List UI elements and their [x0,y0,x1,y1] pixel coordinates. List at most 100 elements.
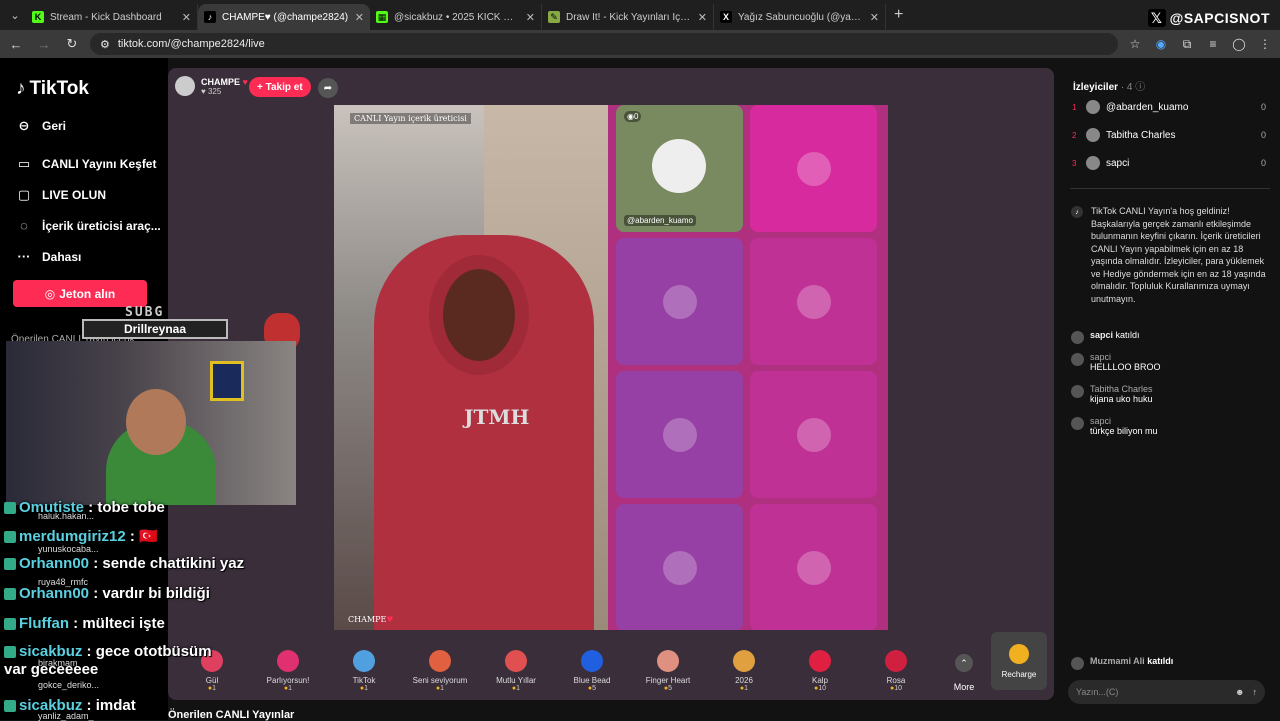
badge-icon [4,502,16,515]
gift-name: Rosa [886,676,906,685]
chat-panel: İzleyiciler · 4 ⓘ 1 @abarden_kuamo 0 2 Tabit… [1062,68,1280,720]
host-info[interactable]: CHAMPE ♥ ♥ 325 [175,76,248,96]
follow-button[interactable]: + Takip et [249,77,311,97]
join-text: katıldı [1147,656,1174,666]
close-tab-icon[interactable]: ✕ [355,11,364,24]
chat-user[interactable]: sapci [1090,416,1158,426]
badge-icon [4,646,16,659]
recharge-button[interactable]: Recharge [991,632,1047,690]
gift-name: Seni seviyorum [412,676,468,685]
coin-icon: ◎ [44,286,56,301]
get-coins-button[interactable]: ◎ Jeton alın [13,280,147,307]
viewer-rank: 2 [1072,130,1077,140]
overlay-small-name: gokce_deriko... [38,680,100,690]
shirt-print: JTMH [464,405,530,429]
gift-item[interactable]: Kalp ●10 [782,650,858,692]
tab-0[interactable]: K Stream - Kick Dashboard ✕ [26,4,198,30]
forward-button[interactable]: → [34,37,54,52]
empty-seat[interactable] [616,504,743,630]
send-icon[interactable]: ↑ [1253,687,1258,697]
host-avatar[interactable] [175,76,195,96]
overlay-text: : imdat [82,697,136,714]
overlay-text: : 🇹🇷 [125,528,158,545]
guest-avatar [652,139,706,193]
chat-avatar[interactable] [1071,417,1084,430]
close-tab-icon[interactable]: ✕ [526,11,535,24]
gift-price: 5 [668,685,673,692]
badge-icon [4,700,16,713]
gift-item[interactable]: Mutlu Yıllar ●1 [478,650,554,692]
sidebar-item-more[interactable]: ··· Dahası [16,249,82,264]
bookmark-star-icon[interactable]: ☆ [1126,37,1144,51]
empty-seat[interactable] [750,105,877,232]
back-button[interactable]: ← [6,37,26,52]
chat-user[interactable]: Tabitha Charles [1090,384,1153,394]
viewer-rank: 1 [1072,102,1077,112]
reload-button[interactable]: ↻ [62,36,82,52]
empty-seat[interactable] [750,371,877,498]
guest-cell[interactable]: ◉0 @abarden_kuamo [616,105,743,232]
viewer-row[interactable]: 2 Tabitha Charles 0 [1072,128,1266,142]
site-info-icon[interactable]: ⚙ [100,38,110,51]
more-gifts-button[interactable]: ⌃ More [934,654,994,692]
chat-text: HELLLOO BROO [1090,362,1161,372]
share-icon[interactable]: ➦ [318,78,338,98]
sidebar-item-label: Geri [42,119,67,133]
sidebar-item-explore-live[interactable]: ▭ CANLI Yayını Keşfet [16,156,157,172]
extension-icon[interactable]: ◉ [1152,37,1170,51]
viewer-score: 0 [1260,130,1266,140]
close-tab-icon[interactable]: ✕ [698,11,707,24]
chat-avatar[interactable] [1071,385,1084,398]
tiktok-note-icon: ♪ [16,78,26,99]
viewer-row[interactable]: 3 sapci 0 [1072,156,1266,170]
gift-item[interactable]: Rosa ●10 [858,650,934,692]
tab-2[interactable]: ▦ @sicakbuz • 2025 KICK WRAPP ✕ [370,4,542,30]
viewer-row[interactable]: 1 @abarden_kuamo 0 [1072,100,1266,114]
sidebar-item-go-live[interactable]: ▢ LIVE OLUN [16,187,106,203]
tab-search-icon[interactable]: ⌄ [4,4,26,26]
tab-4[interactable]: X Yağız Sabuncuoğlu (@yagosab ✕ [714,4,886,30]
chat-avatar[interactable] [1071,353,1084,366]
tab-3[interactable]: ✎ Draw It! - Kick Yayınları İçin Çizi ✕ [542,4,714,30]
empty-seat[interactable] [616,371,743,498]
tiktok-logo[interactable]: ♪ TikTok [16,78,89,100]
live-video[interactable]: JTMH CANLI Yayın içerik üreticisi CHAMPE… [334,105,888,630]
gift-item[interactable]: TikTok ●1 [326,650,402,692]
empty-seat[interactable] [616,238,743,365]
gift-item[interactable]: Blue Bead ●5 [554,650,630,692]
puzzle-icon[interactable]: ⧉ [1178,37,1196,52]
gift-item[interactable]: Seni seviyorum ●1 [402,650,478,692]
gift-item[interactable]: 2026 ●1 [706,650,782,692]
host-head [429,255,529,375]
viewer-name: sapci [1106,157,1130,169]
chat-input[interactable]: Yazın...(C) ☻ ↑ [1068,680,1265,704]
overlay-chat-line: Fluffan : mülteci işte [4,615,165,632]
emoji-icon[interactable]: ☻ [1235,687,1244,697]
media-icon[interactable]: ≡ [1204,37,1222,51]
sidebar-item-back[interactable]: ⊖ Geri [16,118,66,134]
stream-overlay: SUBG Drillreynaa haluk.hakan... yunuskoca… [0,305,330,721]
coin-icon [1009,643,1029,664]
gift-price: 1 [744,685,749,692]
viewer-score: 0 [1260,158,1266,168]
join-message: sapci katıldı [1071,330,1271,344]
new-tab-button[interactable]: + [894,6,903,24]
chat-text: türkçe biliyon mu [1090,426,1158,436]
welcome-message: TikTok CANLI Yayın'a hoş geldiniz! Başka… [1091,206,1266,304]
tab-1[interactable]: ♪ CHAMPE♥ (@champe2824) ✕ [198,4,370,30]
sidebar-item-creator-tools[interactable]: ◌ İçerik üreticisi araç... [16,218,161,233]
empty-seat[interactable] [750,238,877,365]
more-label: More [953,682,975,692]
close-tab-icon[interactable]: ✕ [870,11,879,24]
empty-seat[interactable] [750,504,877,630]
host-camera: JTMH CANLI Yayın içerik üreticisi CHAMPE… [334,105,608,630]
overlay-user: Orhann00 [19,555,90,572]
profile-icon[interactable]: ◯ [1230,37,1248,51]
info-icon[interactable]: ⓘ [1135,82,1145,93]
menu-icon[interactable]: ⋮ [1256,37,1274,51]
chat-text: kijana uko huku [1090,394,1153,404]
gift-item[interactable]: Finger Heart ●5 [630,650,706,692]
url-field[interactable]: ⚙ tiktok.com/@champe2824/live [90,33,1118,55]
close-tab-icon[interactable]: ✕ [182,11,191,24]
chat-user[interactable]: sapci [1090,352,1161,362]
